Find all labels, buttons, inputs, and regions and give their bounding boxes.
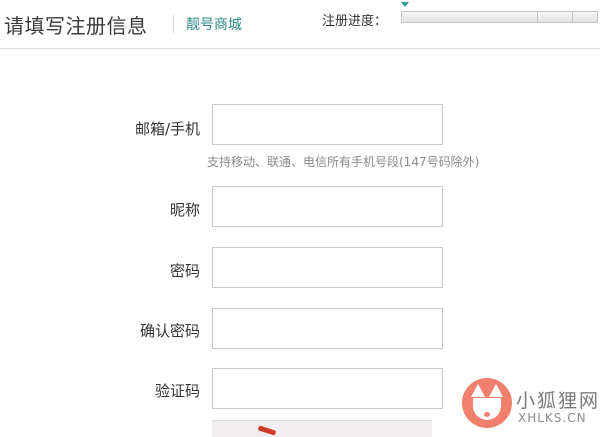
title-divider xyxy=(173,15,174,33)
fox-ear-left xyxy=(471,384,485,397)
watermark-title: 小狐狸网 xyxy=(516,390,600,412)
email-phone-label: 邮箱/手机 xyxy=(134,120,200,138)
progress-step-3 xyxy=(573,12,597,22)
watermark-domain: XHLKS.CN xyxy=(518,411,587,425)
page-header: 请填写注册信息 靓号商城 注册进度： xyxy=(0,0,600,49)
site-name-link[interactable]: 靓号商城 xyxy=(186,14,242,34)
nickname-label: 昵称 xyxy=(169,201,200,219)
watermark: 小狐狸网 XHLKS.CN xyxy=(462,378,598,434)
fox-nose xyxy=(484,412,490,417)
fox-logo-icon xyxy=(462,378,512,428)
email-phone-input[interactable] xyxy=(212,104,443,145)
captcha-image[interactable] xyxy=(212,420,432,437)
progress-step-2 xyxy=(538,12,573,22)
progress-label: 注册进度： xyxy=(322,14,388,29)
progress-step-1 xyxy=(402,12,538,22)
confirm-password-label: 确认密码 xyxy=(139,322,200,340)
fox-ear-right xyxy=(489,384,503,397)
confirm-password-input[interactable] xyxy=(212,308,443,349)
password-input[interactable] xyxy=(212,247,443,288)
nickname-input[interactable] xyxy=(212,186,443,227)
email-phone-hint: 支持移动、联通、电信所有手机号段(147号码除外) xyxy=(207,155,480,169)
captcha-label: 验证码 xyxy=(154,382,200,400)
captcha-input[interactable] xyxy=(212,368,443,409)
progress-marker-icon xyxy=(401,2,409,7)
page-title: 请填写注册信息 xyxy=(4,14,148,38)
password-label: 密码 xyxy=(169,262,200,280)
registration-progress-bar xyxy=(401,11,598,23)
